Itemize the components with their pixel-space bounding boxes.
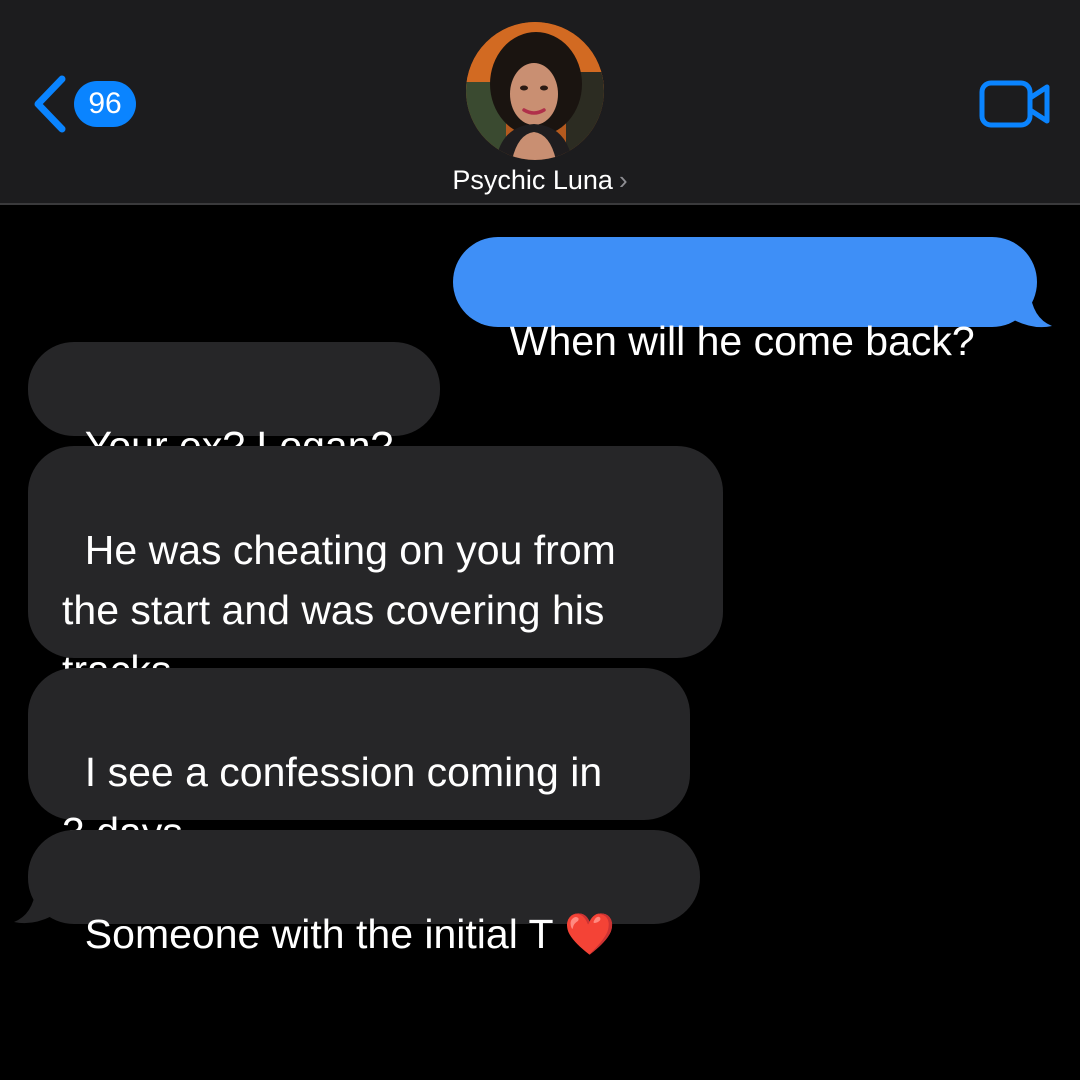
conversation-header: 96 Psychic Luna › (0, 0, 1080, 205)
video-camera-icon (978, 78, 1052, 130)
message-bubble-received[interactable]: He was cheating on you from the start an… (28, 446, 723, 693)
contact-name: Psychic Luna (452, 165, 613, 195)
message-text: Someone with the initial T ❤️ (84, 911, 616, 957)
message-bubble-received[interactable]: I see a confession coming in 3 days. (28, 668, 690, 855)
bubble-tail (1010, 290, 1052, 328)
bubble-tail (14, 886, 56, 924)
contact-name-button[interactable]: Psychic Luna › (0, 162, 1080, 198)
message-bubble-sent[interactable]: When will he come back? (453, 237, 1037, 364)
back-button[interactable]: 96 (30, 74, 136, 134)
message-bubble-received[interactable]: Your ex? Logan? (28, 342, 440, 469)
message-bubble-received[interactable]: Someone with the initial T ❤️ (28, 830, 700, 957)
avatar[interactable] (466, 22, 604, 160)
message-text: When will he come back? (509, 318, 975, 364)
unread-count-badge: 96 (74, 81, 136, 127)
chevron-left-icon (30, 75, 70, 133)
chevron-right-icon: › (618, 165, 628, 195)
video-call-button[interactable] (978, 78, 1052, 130)
